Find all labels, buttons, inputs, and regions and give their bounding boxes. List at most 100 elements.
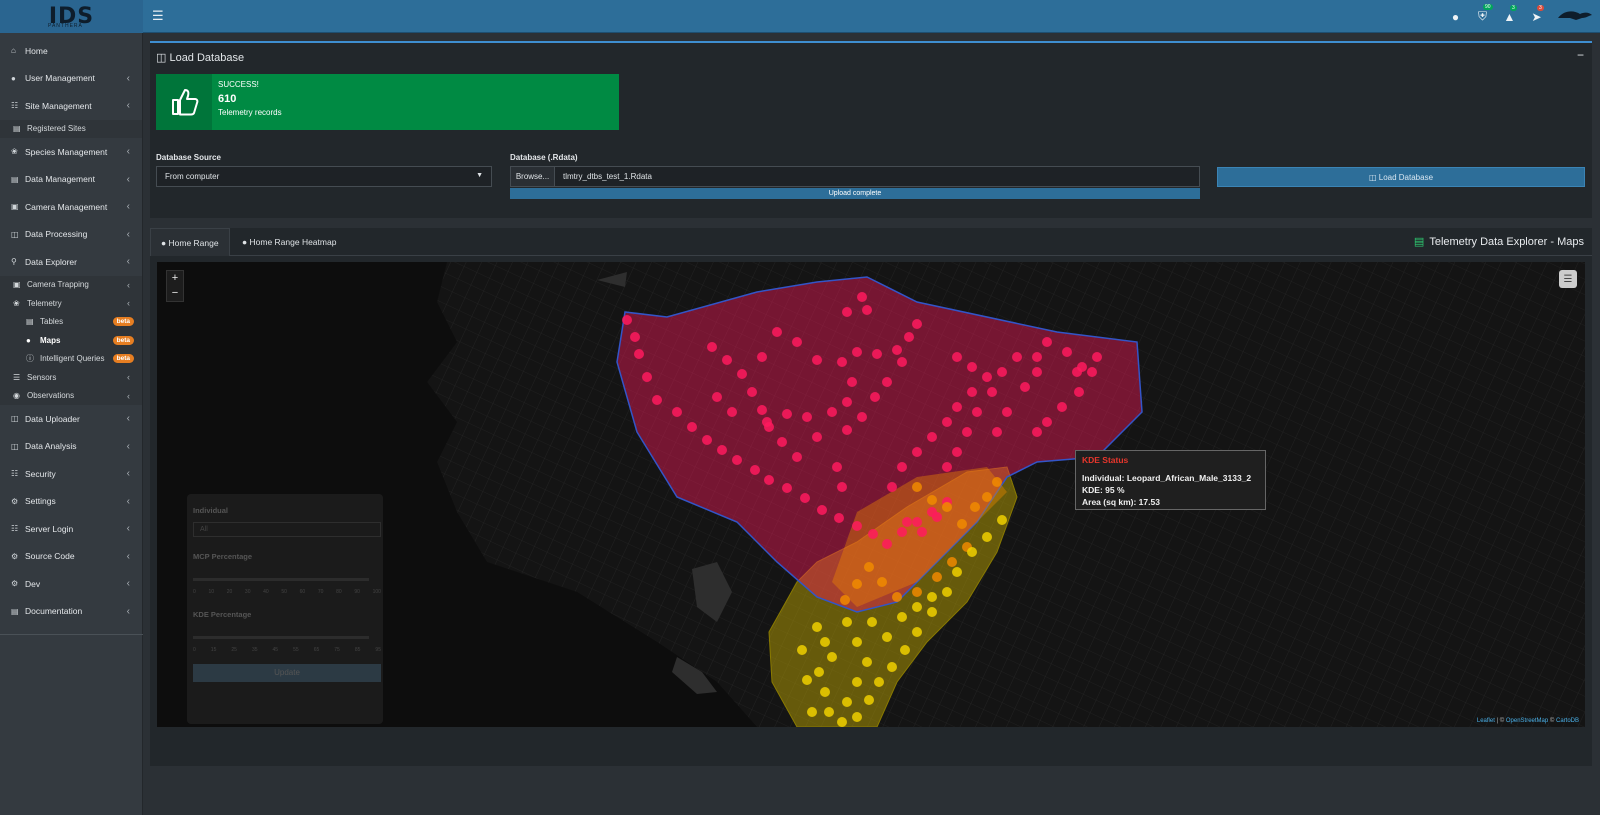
mcp-tick: 100 (372, 589, 381, 595)
file-input[interactable]: Browse... tlmtry_dtbs_test_1.Rdata (510, 166, 1200, 187)
globe-icon: ● (242, 237, 250, 247)
rocket-badge: 3 (1537, 4, 1544, 11)
sidebar-item-maps[interactable]: ● Maps beta (0, 331, 142, 350)
sidebar-label: Dev (25, 578, 41, 589)
sidebar-label: Sensors (27, 372, 57, 382)
camera-icon: ▣ (11, 202, 19, 212)
chevron-left-icon: ‹ (126, 146, 130, 158)
tab-bar: ● Home Range ● Home Range Heatmap ▤ Telem… (150, 228, 1592, 256)
collapse-button[interactable]: − (1577, 48, 1584, 62)
carto-link[interactable]: CartoDB (1556, 718, 1579, 724)
gears-icon: ⚙ (11, 579, 19, 589)
map-icon: ▤ (13, 124, 21, 134)
chevron-left-icon: ‹ (127, 279, 130, 290)
chevron-left-icon: ‹ (126, 605, 130, 617)
sidebar-item-data-processing[interactable]: ◫ Data Processing ‹ (0, 221, 142, 249)
osm-link[interactable]: OpenStreetMap (1506, 718, 1548, 724)
source-select[interactable]: From computer ▼ (156, 166, 492, 187)
zoom-in-button[interactable]: + (167, 271, 183, 286)
file-name: tlmtry_dtbs_test_1.Rdata (563, 172, 652, 181)
sidebar-item-data-analysis[interactable]: ◫ Data Analysis ‹ (0, 433, 142, 461)
sidebar-item-dev[interactable]: ⚙ Dev ‹ (0, 570, 142, 598)
layers-icon[interactable]: ☰ (1559, 270, 1577, 288)
warning-icon[interactable]: ▲ 3 (1496, 4, 1523, 24)
user-icon[interactable]: ● (1442, 10, 1469, 24)
mcp-slider[interactable] (193, 578, 369, 581)
shield-icon[interactable]: ⛨ 90 (1469, 4, 1496, 24)
success-count: 610 (218, 93, 237, 105)
sidebar-label: Documentation (25, 606, 83, 617)
sidebar-item-registered-sites[interactable]: ▤ Registered Sites (0, 119, 142, 138)
sidebar-item-camera-management[interactable]: ▣ Camera Management ‹ (0, 193, 142, 221)
bars-icon[interactable]: ☰ (152, 8, 164, 24)
tooltip-title: KDE Status (1082, 455, 1129, 465)
tooltip-area: Area (sq km): 17.53 (1082, 497, 1160, 507)
kde-slider[interactable] (193, 636, 369, 639)
table-icon: ▤ (11, 174, 19, 184)
list-icon: ☰ (13, 372, 21, 382)
sidebar-item-observations[interactable]: ◉ Observations ‹ (0, 386, 142, 405)
sidebar-item-telemetry[interactable]: ❀ Telemetry ‹ (0, 294, 142, 313)
sidebar-label: Server Login (25, 523, 74, 534)
sidebar-item-documentation[interactable]: ▤ Documentation ‹ (0, 598, 142, 626)
tab-home-range[interactable]: ● Home Range (150, 228, 230, 256)
kde-tick: 65 (313, 647, 320, 653)
sidebar-item-tables[interactable]: ▤ Tables beta (0, 312, 142, 331)
beta-badge: beta (112, 354, 134, 364)
upload-progress: Upload complete (510, 188, 1200, 199)
sidebar-label: User Management (25, 73, 95, 84)
file-label: Database (.Rdata) (510, 153, 578, 162)
sidebar-item-site-management[interactable]: ☷ Site Management ‹ (0, 92, 142, 120)
kde-tooltip: KDE Status Individual: Leopard_African_M… (1075, 450, 1266, 510)
explorer-card: ● Home Range ● Home Range Heatmap ▤ Telem… (150, 228, 1592, 766)
leaflet-link[interactable]: Leaflet (1477, 718, 1495, 724)
sidebar-label: Registered Sites (27, 124, 86, 134)
paw-icon: ❀ (13, 298, 20, 308)
load-database-button[interactable]: ◫ Load Database (1217, 167, 1585, 187)
kde-tick: 55 (293, 647, 299, 653)
tab-label: Home Range (168, 237, 219, 248)
tab-home-range-heatmap[interactable]: ● Home Range Heatmap (232, 228, 346, 256)
sidebar-item-camera-trapping[interactable]: ▣ Camera Trapping ‹ (0, 275, 142, 294)
sidebar-item-data-uploader[interactable]: ◫ Data Uploader ‹ (0, 405, 142, 433)
sidebar-item-home[interactable]: ⌂ Home (0, 37, 142, 65)
kde-tick: 85 (354, 647, 361, 653)
browse-button[interactable]: Browse... (511, 167, 555, 186)
sidebar-item-settings[interactable]: ⚙ Settings ‹ (0, 488, 142, 516)
sidebar-label: Camera Management (25, 201, 108, 212)
chevron-left-icon: ‹ (126, 550, 130, 562)
sidebar-item-user-management[interactable]: ● User Management ‹ (0, 65, 142, 93)
mcp-tick: 20 (226, 589, 233, 595)
leaflet-map[interactable]: + − ☰ Individual All MCP Percentage 0 10 2… (157, 262, 1585, 727)
sitemap-icon: ☷ (11, 524, 19, 534)
mcp-ticks: 0 10 20 30 40 50 60 70 80 90 100 (193, 589, 381, 595)
mcp-tick: 50 (281, 589, 287, 595)
main-content: ◫ Load Database − SUCCESS! 610 Telemetry… (143, 33, 1600, 815)
individual-select[interactable]: All (193, 522, 381, 537)
globe-icon: ● (161, 237, 169, 248)
sidebar-item-intelligent-queries[interactable]: ⓘ Intelligent Queries beta (0, 349, 142, 368)
chevron-left-icon: ‹ (126, 72, 130, 84)
sidebar-item-sensors[interactable]: ☰ Sensors ‹ (0, 368, 142, 387)
sidebar-item-security[interactable]: ☷ Security ‹ (0, 460, 142, 488)
sidebar-item-species-management[interactable]: ❀ Species Management ‹ (0, 138, 142, 166)
sidebar-item-source-code[interactable]: ⚙ Source Code ‹ (0, 543, 142, 571)
chevron-left-icon: ‹ (126, 228, 130, 240)
chevron-left-icon: ‹ (127, 372, 130, 383)
sitemap-icon: ☷ (11, 469, 19, 479)
tooltip-kde: KDE: 95 % (1082, 485, 1125, 495)
chevron-left-icon: ‹ (126, 440, 130, 452)
sidebar-item-data-management[interactable]: ▤ Data Management ‹ (0, 166, 142, 194)
zoom-out-button[interactable]: − (167, 286, 183, 301)
sidebar-item-server-login[interactable]: ☷ Server Login ‹ (0, 515, 142, 543)
rocket-icon[interactable]: ➤ 3 (1523, 4, 1550, 24)
app-logo[interactable]: IDS PANTHERA (0, 0, 143, 33)
success-title: SUCCESS! (218, 80, 259, 89)
sidebar-item-data-explorer[interactable]: ⚲ Data Explorer ‹ (0, 248, 142, 276)
update-button[interactable]: Update (193, 664, 381, 682)
load-button-label: Load Database (1378, 172, 1434, 182)
kde-label: KDE Percentage (193, 610, 252, 619)
success-infobox: SUCCESS! 610 Telemetry records (156, 74, 619, 130)
mcp-label: MCP Percentage (193, 552, 253, 561)
sidebar-label: Tables (40, 317, 64, 327)
